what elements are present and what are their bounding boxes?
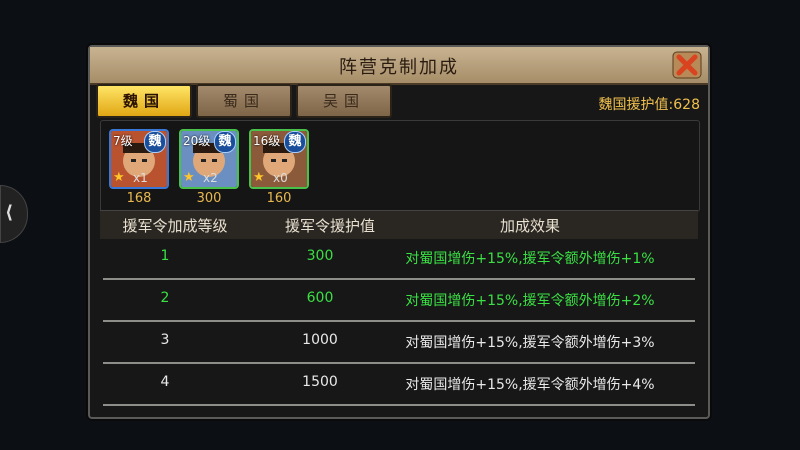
hero-card[interactable]: 7级魏 ★ x1 — [109, 129, 169, 189]
row-effect: 对蜀国增伤+15%,援军令额外增伤+4% — [405, 377, 655, 393]
faction-badge: 魏 — [214, 131, 236, 153]
hero-list: 7级魏 ★ x1 168 20级魏 ★ x2 300 16级魏 ★ x0 160 — [100, 120, 700, 212]
tab-wei[interactable]: 魏国 — [96, 84, 192, 118]
hero-level: 16级 — [253, 134, 281, 148]
hero-count: x1 — [133, 171, 148, 185]
table-row: 1 300 对蜀国增伤+15%,援军令额外增伤+1% — [100, 238, 698, 280]
row-level: 4 — [160, 374, 170, 390]
hero-assist-value: 168 — [126, 191, 152, 206]
hero-assist-value: 300 — [196, 191, 222, 206]
hero-card[interactable]: 20级魏 ★ x2 — [179, 129, 239, 189]
row-effect: 对蜀国增伤+15%,援军令额外增伤+1% — [405, 251, 655, 267]
row-effect: 对蜀国增伤+15%,援军令额外增伤+2% — [405, 293, 655, 309]
faction-bonus-panel: 阵营克制加成 魏国 蜀国 吴国 魏国援护值:628 7级魏 ★ x1 168 20级魏 ★… — [88, 45, 710, 419]
table-header: 援军令加成等级 援军令援护值 加成效果 — [100, 210, 698, 239]
tab-shu[interactable]: 蜀国 — [196, 84, 292, 118]
star-icon: ★ — [183, 170, 195, 185]
star-icon: ★ — [113, 170, 125, 185]
header-level: 援军令加成等级 — [122, 217, 228, 235]
row-value: 600 — [306, 290, 334, 306]
hero-count: x0 — [273, 171, 288, 185]
tab-wu[interactable]: 吴国 — [296, 84, 392, 118]
panel-title: 阵营克制加成 — [339, 57, 459, 78]
row-effect: 对蜀国增伤+15%,援军令额外增伤+3% — [405, 335, 655, 351]
row-value: 300 — [306, 248, 334, 264]
side-menu-handle[interactable]: ⟨ — [0, 185, 28, 243]
close-icon[interactable] — [672, 51, 702, 79]
faction-badge: 魏 — [284, 131, 306, 153]
menu-glyph-icon: ⟨ — [5, 202, 14, 223]
assist-value-label: 魏国援护值:628 — [598, 97, 700, 113]
hero-card[interactable]: 16级魏 ★ x0 — [249, 129, 309, 189]
table-row: 3 1000 对蜀国增伤+15%,援军令额外增伤+3% — [100, 322, 698, 364]
header-value: 援军令援护值 — [284, 217, 375, 235]
header-effect: 加成效果 — [499, 217, 560, 235]
row-level: 2 — [160, 290, 170, 306]
hero-level: 20级 — [183, 134, 211, 148]
star-icon: ★ — [253, 170, 265, 185]
row-level: 1 — [160, 248, 170, 264]
row-divider — [103, 404, 695, 406]
hero-assist-value: 160 — [266, 191, 292, 206]
panel-titlebar: 阵营克制加成 — [90, 47, 708, 85]
hero-count: x2 — [203, 171, 218, 185]
row-value: 1500 — [302, 374, 338, 390]
row-level: 3 — [160, 332, 170, 348]
faction-badge: 魏 — [144, 131, 166, 153]
table-row: 2 600 对蜀国增伤+15%,援军令额外增伤+2% — [100, 280, 698, 322]
hero-level: 7级 — [113, 134, 133, 148]
row-value: 1000 — [302, 332, 338, 348]
table-row: 4 1500 对蜀国增伤+15%,援军令额外增伤+4% — [100, 364, 698, 406]
